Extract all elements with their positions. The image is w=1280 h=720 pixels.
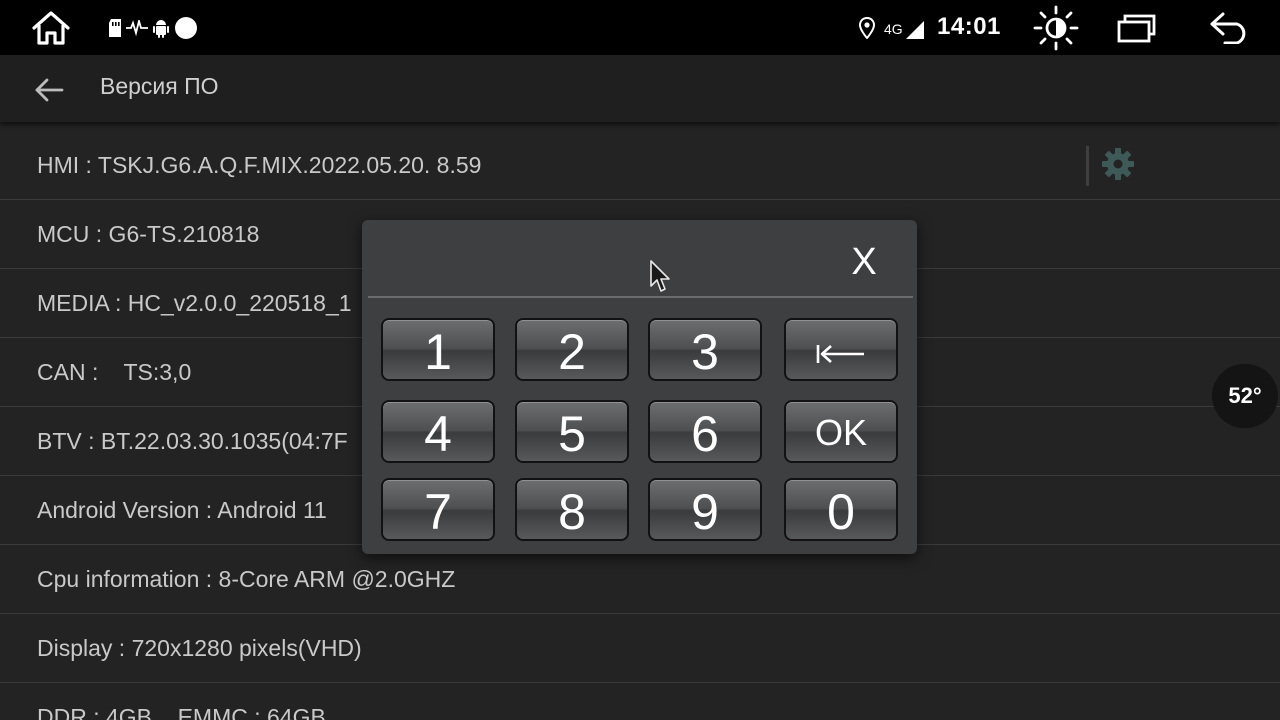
info-row-display[interactable]: Display : 720x1280 pixels(VHD) (0, 614, 1280, 683)
key-ok[interactable]: OK (784, 400, 898, 463)
recents-icon[interactable] (1114, 10, 1160, 46)
key-9[interactable]: 9 (648, 478, 762, 541)
divider (1086, 146, 1089, 186)
key-label: 8 (558, 483, 586, 540)
status-bar: 4G 14:01 (0, 0, 1280, 55)
clock: 14:01 (937, 13, 1001, 40)
pulse-icon (126, 20, 148, 36)
key-5[interactable]: 5 (515, 400, 629, 463)
key-7[interactable]: 7 (381, 478, 495, 541)
key-4[interactable]: 4 (381, 400, 495, 463)
key-label: 0 (827, 483, 855, 540)
signal-icon: 4G (884, 16, 925, 40)
key-0[interactable]: 0 (784, 478, 898, 541)
key-2[interactable]: 2 (515, 318, 629, 381)
key-label: 2 (558, 323, 586, 380)
location-icon (856, 16, 878, 40)
info-row-cpu[interactable]: Cpu information : 8-Core ARM @2.0GHZ (0, 545, 1280, 614)
backspace-icon (815, 325, 867, 375)
notification-icons (108, 16, 198, 40)
key-1[interactable]: 1 (381, 318, 495, 381)
page-title: Версия ПО (100, 73, 219, 99)
key-6[interactable]: 6 (648, 400, 762, 463)
info-row-memory[interactable]: DDR : 4GB EMMC : 64GB (0, 683, 1280, 720)
screen: 4G 14:01 Версия ПО HMI: TSKJ.G6.A.Q.F.M… (0, 0, 1280, 720)
password-input[interactable] (370, 224, 840, 296)
temperature-badge[interactable]: 52° (1212, 364, 1278, 428)
password-keypad-dialog: X 1 2 3 4 5 6 OK 7 8 9 0 (362, 220, 917, 554)
key-backspace[interactable] (784, 318, 898, 381)
key-3[interactable]: 3 (648, 318, 762, 381)
circle-dot-icon (174, 16, 198, 40)
network-label: 4G (884, 21, 903, 37)
title-bar: Версия ПО (0, 55, 1280, 122)
key-label: 5 (558, 405, 586, 462)
key-label: 9 (691, 483, 719, 540)
settings-button[interactable] (1086, 145, 1146, 187)
key-label: 3 (691, 323, 719, 380)
sd-card-icon (108, 18, 122, 38)
key-label: 1 (424, 323, 452, 380)
key-label: 6 (691, 405, 719, 462)
key-label: OK (814, 411, 867, 453)
key-label: 4 (424, 405, 452, 462)
home-icon[interactable] (28, 8, 74, 48)
brightness-icon[interactable] (1032, 5, 1080, 51)
gear-icon (1101, 147, 1135, 186)
close-button[interactable]: X (832, 234, 896, 290)
divider (368, 296, 913, 298)
back-icon[interactable] (1206, 10, 1254, 46)
key-label: 7 (424, 483, 452, 540)
key-8[interactable]: 8 (515, 478, 629, 541)
android-icon (152, 18, 170, 38)
arrow-left-icon[interactable] (34, 77, 66, 105)
mouse-cursor-icon (650, 260, 672, 294)
